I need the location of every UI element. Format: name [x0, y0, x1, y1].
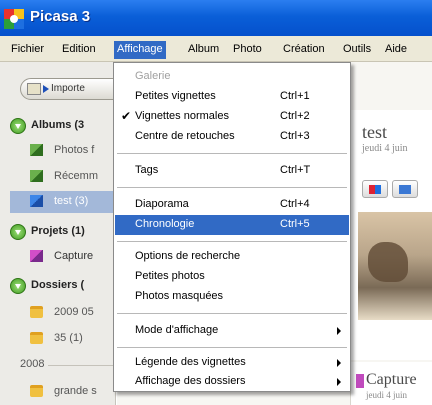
sidebar-item-folder[interactable]: 35 (1) — [20, 328, 116, 350]
menu-item-shortcut: Ctrl+T — [280, 164, 311, 176]
submenu-arrow-icon — [337, 378, 341, 386]
sidebar-item-album[interactable]: Photos f — [20, 140, 116, 162]
menu-item-petites-vignettes[interactable]: Petites vignettes Ctrl+1 — [115, 87, 349, 107]
menu-separator — [117, 313, 347, 314]
chevron-down-icon[interactable] — [10, 278, 26, 294]
menu-separator — [117, 241, 347, 242]
projects-header-label: Projets (1) — [31, 225, 85, 237]
folder-label: 35 (1) — [54, 332, 83, 344]
menu-outils[interactable]: Outils — [340, 41, 374, 59]
menu-separator — [117, 347, 347, 348]
menu-item-label: Centre de retouches — [135, 130, 235, 142]
albums-section-header[interactable]: Albums (3 — [10, 116, 116, 136]
export-icon — [399, 185, 411, 194]
folder-icon — [30, 385, 43, 397]
arrow-right-icon — [43, 85, 49, 93]
menu-creation[interactable]: Création — [280, 41, 328, 59]
project-icon — [30, 250, 43, 262]
menu-item-shortcut: Ctrl+3 — [280, 130, 310, 142]
menu-item-petites-photos[interactable]: Petites photos — [115, 267, 349, 287]
menu-aide[interactable]: Aide — [382, 41, 410, 59]
menu-item-tags[interactable]: Tags Ctrl+T — [115, 161, 349, 181]
picasa-logo-icon — [4, 9, 24, 29]
menu-item-label: Affichage des dossiers — [135, 375, 246, 387]
album-date: jeudi 4 juin — [366, 390, 407, 400]
menu-item-diaporama[interactable]: Diaporama Ctrl+4 — [115, 195, 349, 215]
menu-item-mode-d-affichage[interactable]: Mode d'affichage — [115, 321, 349, 341]
checkmark-icon: ✔ — [121, 109, 132, 123]
folder-icon — [30, 306, 43, 318]
menu-item-label: Options de recherche — [135, 250, 241, 262]
album-icon — [30, 170, 43, 182]
album-date: jeudi 4 juin — [362, 143, 408, 154]
year-divider — [48, 365, 116, 366]
album-icon — [30, 195, 43, 207]
menu-item-label: Mode d'affichage — [135, 324, 219, 336]
album-photo[interactable] — [358, 212, 432, 320]
title-bar: Picasa 3 — [0, 0, 432, 36]
menu-item-galerie: Galerie — [115, 67, 349, 87]
menu-item-label: Chronologie — [135, 218, 195, 230]
menu-album[interactable]: Album — [185, 41, 222, 59]
affichage-dropdown-menu: Galerie Petites vignettes Ctrl+1 ✔ Vigne… — [113, 62, 351, 392]
folder-label: 2009 05 — [54, 306, 94, 318]
menu-item-shortcut: Ctrl+2 — [280, 110, 310, 122]
menu-item-label: Tags — [135, 164, 159, 176]
menu-item-label: Vignettes normales — [135, 110, 229, 122]
menu-item-label: Diaporama — [135, 198, 189, 210]
folders-header-label: Dossiers ( — [31, 279, 85, 291]
menu-separator — [117, 153, 347, 154]
albums-header-label: Albums (3 — [31, 119, 85, 131]
menu-item-legende-des-vignettes[interactable]: Légende des vignettes — [115, 353, 349, 373]
sidebar-item-album[interactable]: Récemm — [20, 166, 116, 188]
folders-section-header[interactable]: Dossiers ( — [10, 276, 116, 296]
menu-photo[interactable]: Photo — [230, 41, 265, 59]
share-button[interactable] — [362, 180, 388, 198]
project-icon — [356, 374, 364, 388]
import-label: Importe — [51, 83, 85, 94]
menu-item-photos-masquees[interactable]: Photos masquées — [115, 287, 349, 307]
album-label: Photos f — [54, 144, 95, 156]
menu-item-shortcut: Ctrl+1 — [280, 90, 310, 102]
menu-item-label: Galerie — [135, 70, 171, 82]
menu-item-shortcut: Ctrl+4 — [280, 198, 310, 210]
menu-item-centre-de-retouches[interactable]: Centre de retouches Ctrl+3 — [115, 127, 349, 147]
menu-edition[interactable]: Edition — [59, 41, 99, 59]
sidebar-item-project[interactable]: Capture — [20, 246, 116, 268]
share-icon — [369, 185, 381, 194]
album-title: Capture — [366, 371, 417, 388]
menu-affichage[interactable]: Affichage — [114, 41, 166, 59]
menu-separator — [117, 187, 347, 188]
import-button[interactable]: Importe — [20, 78, 116, 100]
project-label: Capture — [54, 250, 94, 262]
submenu-arrow-icon — [337, 327, 341, 335]
window-title: Picasa 3 — [30, 8, 91, 25]
menu-item-options-de-recherche[interactable]: Options de recherche — [115, 247, 349, 267]
sidebar-item-folder[interactable]: 2009 05 — [20, 302, 116, 324]
menu-item-shortcut: Ctrl+5 — [280, 218, 310, 230]
import-icon — [27, 83, 41, 95]
export-button[interactable] — [392, 180, 418, 198]
album-title: test — [362, 122, 387, 142]
menu-item-affichage-des-dossiers[interactable]: Affichage des dossiers — [115, 372, 349, 392]
album-label: Récemm — [54, 170, 99, 182]
menu-item-label: Légende des vignettes — [135, 356, 246, 368]
menu-item-label: Petites photos — [135, 270, 205, 282]
chevron-down-icon[interactable] — [10, 224, 26, 240]
album-icon — [30, 144, 43, 156]
album-label: test (3) — [54, 195, 89, 207]
menu-item-chronologie[interactable]: Chronologie Ctrl+5 — [115, 215, 349, 235]
folder-label: grande s — [54, 385, 97, 397]
menu-item-label: Photos masquées — [135, 290, 224, 302]
year-label: 2008 — [20, 358, 45, 370]
menu-item-label: Petites vignettes — [135, 90, 216, 102]
projects-section-header[interactable]: Projets (1) — [10, 222, 116, 242]
folder-icon — [30, 332, 43, 344]
chevron-down-icon[interactable] — [10, 118, 26, 134]
menu-item-vignettes-normales[interactable]: ✔ Vignettes normales Ctrl+2 — [115, 107, 349, 127]
submenu-arrow-icon — [337, 359, 341, 367]
sidebar-item-folder[interactable]: grande s — [20, 381, 116, 403]
menu-fichier[interactable]: Fichier — [8, 41, 47, 59]
sidebar-item-album-selected[interactable]: test (3) — [10, 191, 116, 213]
